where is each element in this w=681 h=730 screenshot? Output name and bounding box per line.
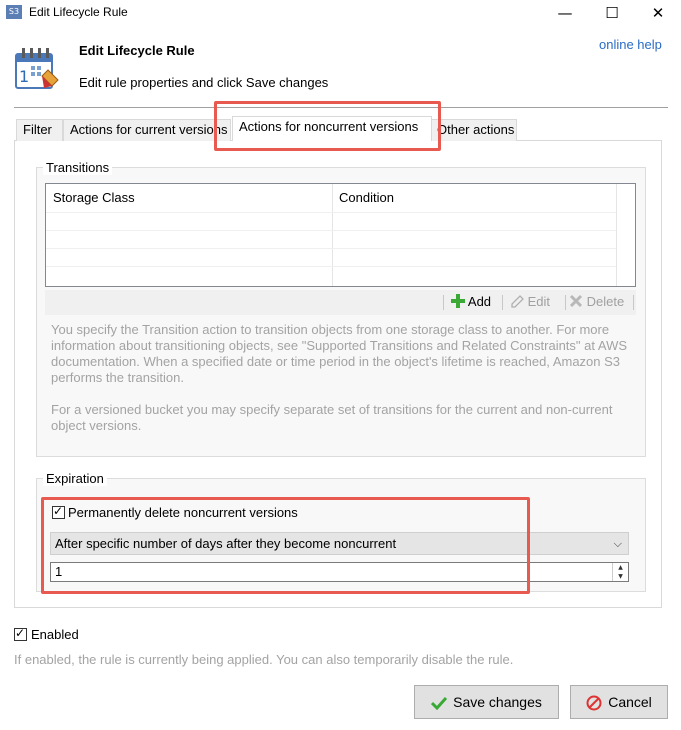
table-row — [46, 230, 616, 231]
add-button[interactable]: Add — [451, 294, 491, 309]
dialog-title: Edit Lifecycle Rule — [79, 43, 195, 58]
column-header-storage-class[interactable]: Storage Class — [53, 190, 135, 205]
plus-icon — [451, 294, 465, 308]
days-spinner[interactable]: ▲ ▼ — [612, 563, 628, 581]
title-bar: S3 Edit Lifecycle Rule — ☐ ✕ — [0, 0, 681, 26]
delete-x-icon — [569, 294, 583, 308]
column-header-condition[interactable]: Condition — [339, 190, 394, 205]
highlight-box-tab — [214, 101, 441, 151]
column-divider — [332, 184, 333, 286]
calendar-edit-icon: 1 — [15, 48, 59, 89]
spin-up-icon[interactable]: ▲ — [613, 563, 628, 572]
transitions-info-text: You specify the Transition action to tra… — [51, 322, 628, 385]
table-header: Storage Class Condition — [46, 184, 635, 212]
window-title: Edit Lifecycle Rule — [29, 5, 128, 19]
edit-label: Edit — [527, 294, 551, 309]
transitions-toolbar: Add Edit Delete — [45, 290, 636, 315]
add-label: Add — [467, 294, 492, 309]
delete-button[interactable]: Delete — [569, 294, 624, 309]
toolbar-divider — [443, 295, 444, 310]
table-row — [46, 212, 616, 213]
expiration-group-label: Expiration — [43, 471, 107, 486]
svg-text:1: 1 — [19, 67, 29, 86]
save-changes-button[interactable]: Save changes — [414, 685, 559, 719]
highlight-box-expiration — [41, 497, 530, 594]
tab-actions-current[interactable]: Actions for current versions — [63, 119, 231, 141]
save-changes-label: Save changes — [453, 694, 542, 710]
tab-filter[interactable]: Filter — [16, 119, 63, 141]
transitions-group-label: Transitions — [43, 160, 113, 175]
cancel-button[interactable]: Cancel — [570, 685, 668, 719]
online-help-link[interactable]: online help — [599, 37, 662, 52]
toolbar-divider — [502, 295, 503, 310]
enabled-note: If enabled, the rule is currently being … — [14, 652, 514, 667]
spin-down-icon[interactable]: ▼ — [613, 572, 628, 581]
maximize-button[interactable]: ☐ — [589, 0, 635, 26]
tab-other-actions[interactable]: Other actions — [430, 119, 517, 141]
column-divider — [616, 184, 617, 286]
pencil-icon — [511, 295, 524, 308]
transitions-table[interactable]: Storage Class Condition — [45, 183, 636, 287]
delete-label: Delete — [586, 294, 625, 309]
table-row — [46, 266, 616, 267]
enabled-label[interactable]: Enabled — [31, 627, 79, 642]
enabled-checkbox[interactable] — [14, 626, 27, 641]
versioned-bucket-info-text: For a versioned bucket you may specify s… — [51, 402, 613, 433]
edit-button[interactable]: Edit — [511, 294, 550, 309]
toolbar-divider — [633, 295, 634, 310]
dialog-subtitle: Edit rule properties and click Save chan… — [79, 75, 329, 90]
table-row — [46, 248, 616, 249]
app-icon: S3 — [6, 5, 22, 19]
toolbar-divider — [565, 295, 566, 310]
close-button[interactable]: ✕ — [635, 0, 681, 26]
cancel-icon — [586, 695, 602, 711]
checkmark-icon — [431, 697, 448, 711]
chevron-down-icon: ⌵ — [613, 537, 622, 550]
cancel-label: Cancel — [608, 694, 652, 710]
minimize-button[interactable]: — — [542, 0, 588, 26]
